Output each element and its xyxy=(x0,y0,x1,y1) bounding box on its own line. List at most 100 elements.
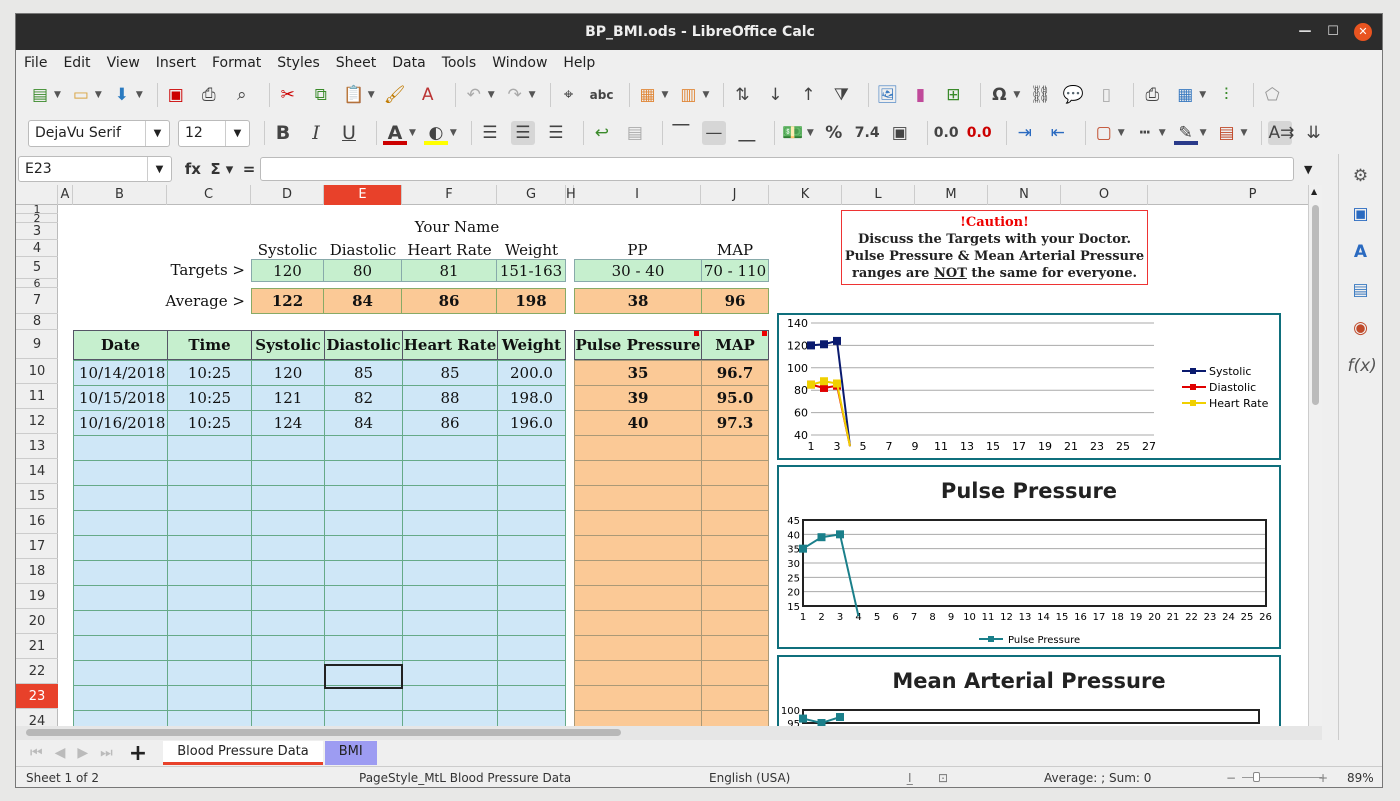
empty-cell[interactable] xyxy=(497,460,566,486)
chevron-down-icon[interactable]: ▼ xyxy=(450,128,457,138)
sum-icon[interactable]: Σ ▾ xyxy=(210,160,233,178)
borders-icon[interactable]: ▢ xyxy=(1092,121,1116,145)
empty-cell[interactable] xyxy=(73,435,168,461)
target-diastolic[interactable]: 80 xyxy=(323,259,402,282)
empty-cell[interactable] xyxy=(324,710,403,726)
vertical-scrollbar[interactable]: ▲ xyxy=(1308,185,1322,726)
empty-cell[interactable] xyxy=(701,660,769,686)
expand-formula-icon[interactable]: ▼ xyxy=(1304,163,1312,176)
col-header-m[interactable]: M xyxy=(915,185,988,205)
previous-sheet-icon[interactable]: ◀ xyxy=(55,745,66,761)
row-header-6[interactable]: 6 xyxy=(16,278,58,289)
zoom-in-icon[interactable]: + xyxy=(1318,771,1328,785)
last-sheet-icon[interactable]: ⏭ xyxy=(100,745,113,761)
col-header-d[interactable]: D xyxy=(251,185,324,205)
spreadsheet-grid[interactable]: A B C D E F G H I J K L M N O P 1 2 3 4 … xyxy=(16,185,1322,726)
empty-cell[interactable] xyxy=(167,460,252,486)
row-header-21[interactable]: 21 xyxy=(16,634,58,659)
table-cell[interactable]: 10:25 xyxy=(167,360,252,386)
empty-cell[interactable] xyxy=(251,635,325,661)
empty-cell[interactable] xyxy=(402,635,498,661)
header-date[interactable]: Date xyxy=(73,330,168,360)
scroll-up-icon[interactable]: ▲ xyxy=(1311,187,1320,197)
empty-cell[interactable] xyxy=(324,585,403,611)
empty-cell[interactable] xyxy=(251,660,325,686)
menu-view[interactable]: View xyxy=(107,55,140,71)
col-header-e[interactable]: E xyxy=(324,185,402,205)
empty-cell[interactable] xyxy=(701,435,769,461)
hyperlink-icon[interactable]: ⛓ xyxy=(1028,83,1052,107)
empty-cell[interactable] xyxy=(324,535,403,561)
empty-cell[interactable] xyxy=(402,485,498,511)
empty-cell[interactable] xyxy=(574,635,702,661)
target-map[interactable]: 70 - 110 xyxy=(701,259,769,282)
chevron-down-icon[interactable]: ▼ xyxy=(1200,128,1207,138)
empty-cell[interactable] xyxy=(324,610,403,636)
function-wizard-icon[interactable]: fx xyxy=(185,160,201,178)
empty-cell[interactable] xyxy=(167,710,252,726)
minimize-icon[interactable]: — xyxy=(1296,23,1314,41)
header-map[interactable]: MAP xyxy=(701,330,769,360)
menu-help[interactable]: Help xyxy=(563,55,595,71)
col-header-o[interactable]: O xyxy=(1061,185,1148,205)
add-sheet-icon[interactable]: + xyxy=(129,741,147,766)
table-cell[interactable]: 10:25 xyxy=(167,385,252,411)
empty-cell[interactable] xyxy=(574,535,702,561)
empty-cell[interactable] xyxy=(73,585,168,611)
header-weight[interactable]: Weight xyxy=(497,330,566,360)
table-cell[interactable]: 35 xyxy=(574,360,702,386)
chevron-down-icon[interactable]: ▼ xyxy=(1013,90,1020,100)
label-pp[interactable]: PP xyxy=(574,241,701,259)
empty-cell[interactable] xyxy=(497,510,566,536)
align-center-icon[interactable]: ☰ xyxy=(510,121,535,145)
row-header-10[interactable]: 10 xyxy=(16,359,58,384)
col-header-l[interactable]: L xyxy=(842,185,915,205)
row-header-20[interactable]: 20 xyxy=(16,609,58,634)
empty-cell[interactable] xyxy=(251,710,325,726)
label-map[interactable]: MAP xyxy=(701,241,769,259)
table-cell[interactable]: 84 xyxy=(324,410,403,436)
col-header-c[interactable]: C xyxy=(167,185,251,205)
empty-cell[interactable] xyxy=(73,710,168,726)
border-color-icon[interactable]: ✎ xyxy=(1173,121,1198,145)
col-header-i[interactable]: I xyxy=(574,185,701,205)
empty-cell[interactable] xyxy=(324,510,403,536)
empty-cell[interactable] xyxy=(701,510,769,536)
table-cell[interactable]: 200.0 xyxy=(497,360,566,386)
chevron-down-icon[interactable]: ▼ xyxy=(145,120,169,146)
empty-cell[interactable] xyxy=(251,535,325,561)
empty-cell[interactable] xyxy=(402,560,498,586)
empty-cell[interactable] xyxy=(167,560,252,586)
empty-cell[interactable] xyxy=(497,485,566,511)
empty-cell[interactable] xyxy=(167,685,252,711)
average-weight[interactable]: 198 xyxy=(496,288,566,314)
align-right-icon[interactable]: ☰ xyxy=(544,121,568,145)
empty-cell[interactable] xyxy=(402,535,498,561)
empty-cell[interactable] xyxy=(701,710,769,726)
empty-cell[interactable] xyxy=(574,560,702,586)
horizontal-scrollbar[interactable] xyxy=(16,726,1322,740)
header-pulse-pressure[interactable]: Pulse Pressure xyxy=(574,330,702,360)
zoom-level[interactable]: 89% xyxy=(1347,771,1374,785)
vertical-text-icon[interactable]: ⇊ xyxy=(1301,121,1325,145)
empty-cell[interactable] xyxy=(574,710,702,726)
spelling-icon[interactable]: abc xyxy=(590,83,614,107)
empty-cell[interactable] xyxy=(574,460,702,486)
empty-cell[interactable] xyxy=(73,610,168,636)
empty-cell[interactable] xyxy=(324,560,403,586)
empty-cell[interactable] xyxy=(251,610,325,636)
empty-cell[interactable] xyxy=(324,485,403,511)
table-cell[interactable]: 10/16/2018 xyxy=(73,410,168,436)
target-pp[interactable]: 30 - 40 xyxy=(574,259,702,282)
empty-cell[interactable] xyxy=(574,585,702,611)
maximize-icon[interactable]: ☐ xyxy=(1324,23,1342,41)
empty-cell[interactable] xyxy=(574,610,702,636)
empty-cell[interactable] xyxy=(701,585,769,611)
align-top-icon[interactable]: ⎺ xyxy=(669,121,693,145)
define-print-area-icon[interactable]: ⎙ xyxy=(1140,83,1164,107)
empty-cell[interactable] xyxy=(402,585,498,611)
empty-cell[interactable] xyxy=(251,460,325,486)
row-header-14[interactable]: 14 xyxy=(16,459,58,484)
menu-sheet[interactable]: Sheet xyxy=(336,55,376,71)
print-icon[interactable]: ⎙ xyxy=(197,83,221,107)
